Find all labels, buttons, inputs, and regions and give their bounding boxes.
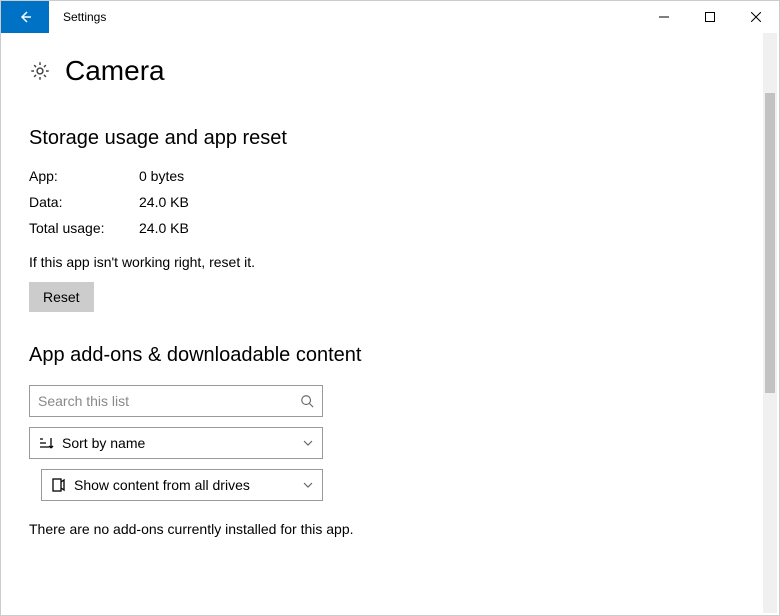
titlebar: Settings xyxy=(1,1,779,33)
search-box[interactable] xyxy=(29,385,323,417)
gear-icon xyxy=(29,60,51,82)
window-controls xyxy=(641,1,779,33)
storage-app-value: 0 bytes xyxy=(139,168,184,184)
sort-dropdown[interactable]: Sort by name xyxy=(29,427,323,459)
content-area: Camera Storage usage and app reset App: … xyxy=(1,33,761,565)
minimize-icon xyxy=(659,12,669,22)
storage-data-value: 24.0 KB xyxy=(139,194,189,210)
addons-empty-message: There are no add-ons currently installed… xyxy=(29,521,733,537)
scrollbar-thumb[interactable] xyxy=(765,93,775,393)
page-header: Camera xyxy=(29,55,733,87)
back-button[interactable] xyxy=(1,1,49,33)
storage-row-app: App: 0 bytes xyxy=(29,168,733,184)
drives-label: Show content from all drives xyxy=(74,477,302,493)
storage-heading: Storage usage and app reset xyxy=(29,127,733,150)
chevron-down-icon xyxy=(302,437,314,449)
sort-icon xyxy=(38,435,54,451)
window-title: Settings xyxy=(49,1,641,33)
addons-heading: App add-ons & downloadable content xyxy=(29,344,733,367)
back-arrow-icon xyxy=(17,9,33,25)
drive-icon xyxy=(50,477,66,493)
storage-row-data: Data: 24.0 KB xyxy=(29,194,733,210)
reset-note: If this app isn't working right, reset i… xyxy=(29,254,733,270)
drives-dropdown[interactable]: Show content from all drives xyxy=(41,469,323,501)
chevron-down-icon xyxy=(302,479,314,491)
scrollbar[interactable] xyxy=(763,33,777,613)
maximize-icon xyxy=(705,12,715,22)
storage-row-total: Total usage: 24.0 KB xyxy=(29,220,733,236)
storage-app-label: App: xyxy=(29,168,139,184)
reset-button[interactable]: Reset xyxy=(29,282,94,312)
search-icon xyxy=(300,394,314,408)
page-title: Camera xyxy=(65,55,165,87)
maximize-button[interactable] xyxy=(687,1,733,33)
sort-label: Sort by name xyxy=(62,435,302,451)
search-input[interactable] xyxy=(38,393,300,409)
storage-total-value: 24.0 KB xyxy=(139,220,189,236)
close-icon xyxy=(751,12,761,22)
minimize-button[interactable] xyxy=(641,1,687,33)
storage-total-label: Total usage: xyxy=(29,220,139,236)
storage-data-label: Data: xyxy=(29,194,139,210)
close-button[interactable] xyxy=(733,1,779,33)
